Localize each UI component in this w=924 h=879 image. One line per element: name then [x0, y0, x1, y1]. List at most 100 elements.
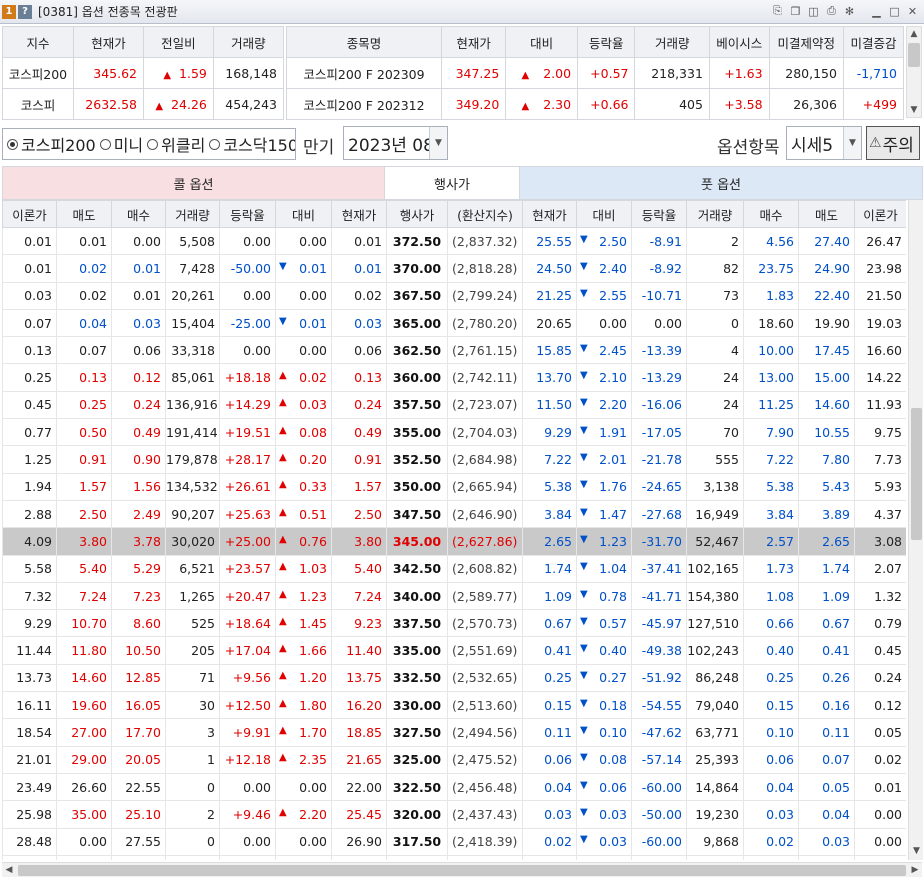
table-row[interactable]: 18.54 27.00 17.70 3 +9.91 ▲ 1.70 18.85 327.50 (2,…	[2, 718, 906, 747]
copy-icon[interactable]: ❐	[788, 3, 803, 19]
gear-icon[interactable]: ✻	[842, 3, 857, 19]
table-row[interactable]: 0.13 0.07 0.06 33,318 0.00 0.00 0.06 362.50 (2,7…	[2, 336, 906, 365]
table-row[interactable]: 7.32 7.24 7.23 1,265 +20.47 ▲ 1.23 7.24 340.00 (2…	[2, 581, 906, 611]
call-change: 0.00	[275, 226, 332, 256]
table-row[interactable]: 0.01 0.01 0.00 5,508 0.00 0.00 0.01 372.50 (2,83…	[2, 226, 906, 256]
call-bid: 0.01	[111, 254, 166, 283]
put-ask: 14.60	[798, 390, 855, 420]
screen-number-badge[interactable]: 1	[2, 4, 16, 19]
help-badge[interactable]: ?	[18, 4, 32, 19]
radio-mini[interactable]: 미니	[99, 132, 143, 156]
scroll-down-icon[interactable]: ▼	[907, 103, 921, 117]
radio-dot-icon	[7, 138, 18, 150]
strike-price: 337.50	[386, 609, 448, 638]
print-icon[interactable]: ⎙	[824, 3, 839, 19]
table-row[interactable]: 28.48 0.00 27.55 0 0.00 0.00 26.90 317.50 (2,418…	[2, 827, 906, 856]
table-row[interactable]: 0.77 0.50 0.49 191,414 +19.51 ▲ 0.08 0.49 355.00…	[2, 418, 906, 447]
table-row[interactable]: 21.01 29.00 20.05 1 +12.18 ▲ 2.35 21.65 325.00 (2…	[2, 745, 906, 774]
scroll-thumb[interactable]	[18, 865, 906, 876]
put-current: 2.65	[522, 527, 577, 556]
maximize-icon[interactable]: □	[887, 3, 902, 19]
col-header: 거래량	[634, 26, 710, 58]
option-item-select[interactable]: 시세5 ▼	[786, 126, 862, 160]
down-arrow-icon: ▼	[580, 260, 588, 272]
table-row[interactable]: 2.88 2.50 2.49 90,207 +25.63 ▲ 0.51 2.50 347.50(…	[2, 499, 906, 529]
futures-table: 종목명 현재가 대비 등락율 거래량 베이시스 미결제약정 미결증감 코스피20…	[286, 26, 905, 120]
call-change: ▼ 0.01	[275, 308, 332, 338]
camera-icon[interactable]: ◫	[806, 3, 821, 19]
minimize-icon[interactable]: ▁	[869, 3, 884, 19]
table-row[interactable]: 9.29 10.70 8.60 525 +18.64 ▲ 1.45 9.23 337.50 (2,…	[2, 609, 906, 638]
table-row[interactable]: 코스피200 345.62 ▲ 1.59 168,148	[2, 57, 285, 89]
up-arrow-icon: ▲	[521, 100, 530, 112]
call-change: ▲ 0.08	[275, 418, 332, 447]
board-scrollbar[interactable]: ▼	[908, 200, 923, 860]
call-current: 0.02	[331, 281, 387, 310]
warning-icon: ⚠	[869, 135, 882, 151]
call-change: ▲ 0.20	[275, 445, 332, 474]
call-bid: 0.00	[111, 226, 166, 256]
table-row[interactable]: 0.25 0.13 0.12 85,061 +18.18 ▲ 0.02 0.13 360.00(…	[2, 363, 906, 392]
link-icon[interactable]: ⎘	[770, 3, 785, 19]
put-rate: -47.62	[631, 718, 687, 747]
table-row[interactable]: 13.73 14.60 12.85 71 +9.56 ▲ 1.20 13.75 332.50 (2…	[2, 663, 906, 693]
table-row[interactable]: 0.01 0.02 0.01 7,428 -50.00 ▼ 0.01 0.01 370.00 (2…	[2, 254, 906, 283]
call-ask: 29.00	[56, 745, 112, 774]
strike-price: 330.00	[386, 691, 448, 720]
table-row[interactable]: 16.11 19.60 16.05 30 +12.50 ▲ 1.80 16.20 330.00(…	[2, 691, 906, 720]
call-volume: 205	[165, 636, 220, 665]
scroll-thumb[interactable]	[908, 43, 920, 67]
expiry-select[interactable]: 2023년 08 ▼	[343, 126, 448, 160]
converted-index: (2,418.39)	[447, 827, 523, 856]
scroll-right-icon[interactable]: ▶	[908, 863, 922, 877]
radio-kospi200[interactable]: 코스피200	[7, 132, 96, 156]
table-row[interactable]: 0.03 0.02 0.01 20,261 0.00 0.00 0.02 367.50 (2,7…	[2, 281, 906, 310]
table-row[interactable]: 30.9834.0530.0029.40315.00(2,399.35)0.02…	[2, 854, 906, 860]
strike-price: 365.00	[386, 308, 448, 338]
close-icon[interactable]: ✕	[905, 3, 920, 19]
futures-scrollbar[interactable]: ▲ ▼	[906, 26, 922, 118]
put-bid: 1.08	[743, 581, 799, 611]
radio-weekly[interactable]: 위클리	[147, 132, 205, 156]
scroll-up-icon[interactable]: ▲	[907, 27, 921, 41]
table-row[interactable]: 코스피 2632.58 ▲ 24.26 454,243	[2, 88, 285, 120]
table-row[interactable]: 23.49 26.60 22.55 0 0.00 0.00 22.00 322.50 (2,45…	[2, 772, 906, 802]
warning-button[interactable]: ⚠ 주의	[866, 126, 920, 160]
table-row[interactable]: 코스피200 F 202312 349.20 ▲ 2.30 +0.66 405 +…	[286, 88, 905, 120]
converted-index: (2,570.73)	[447, 609, 523, 638]
table-row[interactable]: 0.07 0.04 0.03 15,404 -25.00 ▼ 0.01 0.03 365.00(…	[2, 308, 906, 338]
strike-price: 362.50	[386, 336, 448, 365]
put-volume: 102,243	[686, 636, 744, 665]
futures-volume: 405	[634, 88, 710, 120]
call-current: 11.40	[331, 636, 387, 665]
put-rate: -16.06	[631, 390, 687, 420]
call-volume: 90,207	[165, 499, 220, 529]
radio-kosdaq150[interactable]: 코스닥150	[209, 132, 295, 156]
table-row[interactable]: 25.98 35.00 25.10 2 +9.46 ▲ 2.20 25.45 320.00 (2,…	[2, 800, 906, 829]
scroll-left-icon[interactable]: ◀	[2, 863, 16, 877]
chevron-down-icon[interactable]: ▼	[843, 127, 861, 159]
put-change: ▼ 0.03	[576, 827, 632, 856]
strike-price: 322.50	[386, 772, 448, 802]
horizontal-scrollbar[interactable]: ◀ ▶	[2, 862, 922, 877]
table-row[interactable]: 4.09 3.80 3.78 30,020 +25.00 ▲ 0.76 3.80 345.00(…	[2, 527, 906, 556]
table-row[interactable]: 11.44 11.80 10.50 205 +17.04 ▲ 1.66 11.40 335.00…	[2, 636, 906, 665]
table-row[interactable]: 1.25 0.91 0.90 179,878 +28.17 ▲ 0.20 0.91 352.50…	[2, 445, 906, 474]
converted-index: (2,513.60)	[447, 691, 523, 720]
table-row[interactable]: 5.58 5.40 5.29 6,521 +23.57 ▲ 1.03 5.40 342.50 (2…	[2, 554, 906, 583]
call-bid: 16.05	[111, 691, 166, 720]
table-row[interactable]: 1.94 1.57 1.56 134,532 +26.61 ▲ 0.33 1.57 350.00…	[2, 472, 906, 501]
up-arrow-icon: ▲	[279, 370, 287, 382]
call-current: 2.50	[331, 499, 387, 529]
scroll-down-icon[interactable]: ▼	[909, 846, 924, 860]
call-theoretical: 18.54	[2, 718, 57, 747]
index-price: 2632.58	[72, 88, 145, 120]
table-row[interactable]: 코스피200 F 202309 347.25 ▲ 2.00 +0.57 218,3…	[286, 57, 905, 89]
col-header: 매수	[111, 200, 166, 228]
table-row[interactable]: 0.45 0.25 0.24 136,916 +14.29 ▲ 0.03 0.24 357.50…	[2, 390, 906, 420]
scroll-thumb[interactable]	[911, 408, 922, 540]
chevron-down-icon[interactable]: ▼	[429, 127, 447, 159]
put-bid: 13.00	[743, 363, 799, 392]
call-theoretical: 0.13	[2, 336, 57, 365]
put-rate: -13.29	[631, 363, 687, 392]
